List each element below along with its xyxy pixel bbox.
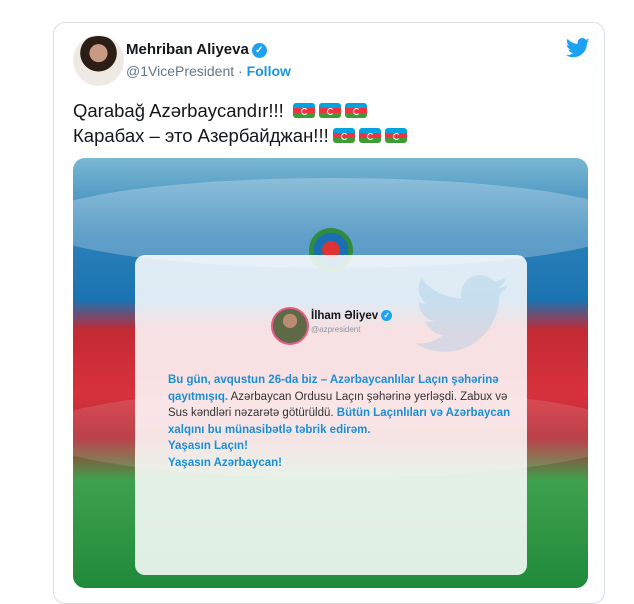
- embedded-text-segment: Yaşasın Azərbaycan!: [168, 456, 282, 469]
- embedded-tweet-card: İlham Əliyev ✓ @azpresident Bu gün, avqus…: [135, 255, 527, 575]
- verified-badge-icon: ✓: [381, 310, 393, 321]
- embedded-avatar: [271, 307, 309, 345]
- meta-separator: ·: [238, 63, 243, 79]
- embedded-author-name: İlham Əliyev ✓: [311, 310, 393, 322]
- tweet-line-1: Qarabağ Azərbaycandır!!!: [73, 98, 407, 123]
- tweet-line-2: Карабах – это Азербайджан!!!: [73, 123, 407, 148]
- azerbaijan-flag-icon: [344, 103, 367, 118]
- azerbaijan-flag-icon: [292, 103, 315, 118]
- tweet-card: Mehriban Aliyeva ✓ @1VicePresident · Foll…: [53, 22, 605, 604]
- embedded-tweet-text: Bu gün, avqustun 26-da biz – Azərbaycanl…: [168, 372, 513, 471]
- azerbaijan-flag-icon: [358, 128, 381, 143]
- tweet-line-1-text: Qarabağ Azərbaycandır!!!: [73, 100, 284, 121]
- twitter-bird-icon: [414, 275, 510, 352]
- embedded-author-name-text: İlham Əliyev: [311, 310, 379, 322]
- author-name[interactable]: Mehriban Aliyeva ✓: [126, 41, 267, 58]
- azerbaijan-flag-icon: [384, 128, 407, 143]
- tweet-line-2-text: Карабах – это Азербайджан!!!: [73, 125, 329, 146]
- embedded-handle: @azpresident: [311, 325, 361, 334]
- twitter-bird-icon[interactable]: [566, 38, 590, 58]
- author-name-text[interactable]: Mehriban Aliyeva: [126, 41, 249, 58]
- azerbaijan-flag-icon: [318, 103, 341, 118]
- avatar[interactable]: [73, 35, 124, 86]
- follow-button[interactable]: Follow: [247, 63, 291, 79]
- azerbaijan-flag-icon: [332, 128, 355, 143]
- tweet-media-image[interactable]: İlham Əliyev ✓ @azpresident Bu gün, avqus…: [73, 158, 588, 588]
- embedded-text-segment: Yaşasın Laçın!: [168, 440, 248, 452]
- author-meta: @1VicePresident · Follow: [126, 63, 291, 79]
- author-handle[interactable]: @1VicePresident: [126, 63, 234, 79]
- verified-badge-icon: ✓: [251, 43, 267, 58]
- tweet-text: Qarabağ Azərbaycandır!!! Карабах – это А…: [73, 98, 407, 148]
